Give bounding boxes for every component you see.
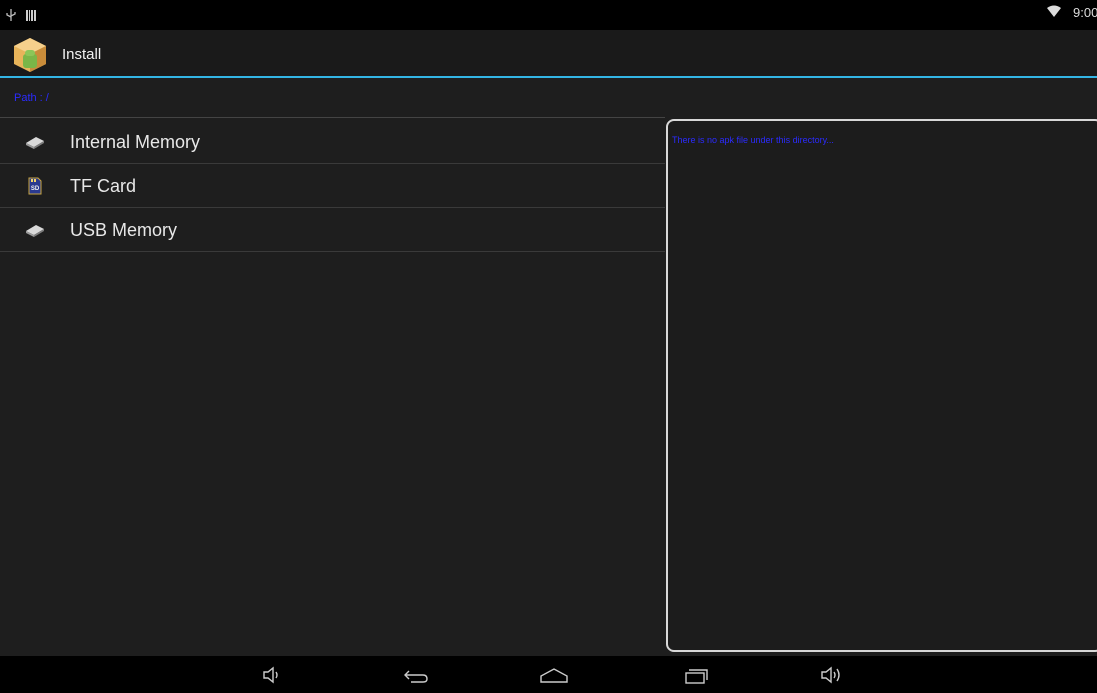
apk-preview-panel: There is no apk file under this director… [666,119,1097,652]
page-title: Install [62,46,102,63]
home-icon[interactable] [539,662,569,688]
list-item-tf-card[interactable]: SD TF Card [0,164,665,208]
back-icon[interactable] [401,662,431,688]
sd-card-icon: SD [24,175,46,197]
svg-text:SD: SD [31,186,40,192]
path-bar: Path : / [0,78,1097,116]
list-item-usb-memory[interactable]: USB Memory [0,208,665,252]
empty-directory-message: There is no apk file under this director… [672,135,834,145]
package-installer-icon[interactable] [10,34,50,74]
recent-apps-icon[interactable] [681,662,711,688]
drive-icon [24,131,46,153]
storage-list: Internal Memory SD TF Card USB Memory [0,120,665,252]
status-bar: 9:00 [0,0,1097,30]
usb-icon [6,8,16,26]
volume-up-icon[interactable] [818,662,848,688]
drive-icon [24,219,46,241]
path-label: Path : / [14,92,49,104]
clock: 9:00 [1073,5,1097,20]
list-item-label: USB Memory [70,220,178,240]
navigation-bar [0,656,1097,693]
wifi-icon [1047,5,1061,20]
barcode-icon [26,8,36,26]
list-item-internal-memory[interactable]: Internal Memory [0,120,665,164]
volume-down-icon[interactable] [258,662,288,688]
list-item-label: Internal Memory [70,132,201,152]
path-divider [0,117,665,118]
action-bar: Install [0,30,1097,76]
list-item-label: TF Card [70,176,137,196]
